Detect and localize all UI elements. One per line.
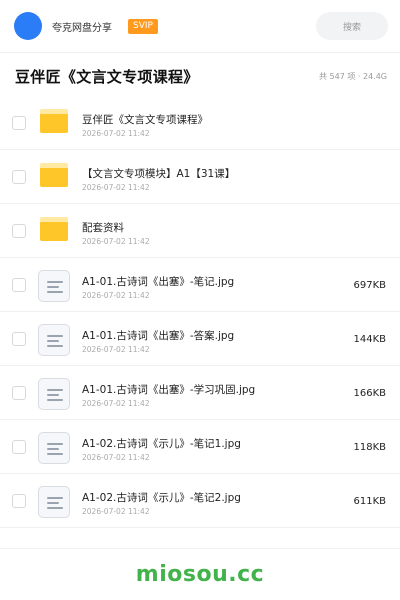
item-name: 豆伴匠《文言文专项课程》 [82, 114, 208, 126]
watermark: miosou.cc [135, 562, 265, 587]
list-item[interactable]: 【文言文专项模块】A1【31课】 2026-07-02 11:42 [0, 150, 400, 204]
list-item[interactable]: A1-01.古诗词《出塞》-笔记.jpg 2026-07-02 11:42 69… [0, 258, 400, 312]
folder-header: 豆伴匠《文言文专项课程》 共 547 项 · 24.4G [0, 60, 400, 92]
page-title: 豆伴匠《文言文专项课程》 [15, 67, 199, 86]
item-name: A1-01.古诗词《出塞》-学习巩固.jpg [82, 384, 256, 396]
folder-icon [40, 163, 68, 187]
item-name: A1-01.古诗词《出塞》-笔记.jpg [82, 276, 235, 288]
item-name: A1-01.古诗词《出塞》-答案.jpg [82, 330, 235, 342]
list-item[interactable]: A1-02.古诗词《示儿》-笔记1.jpg 2026-07-02 11:42 1… [0, 420, 400, 474]
item-size: 144KB [353, 334, 386, 345]
folder-icon [40, 109, 68, 133]
item-date: 2026-07-02 11:42 [82, 399, 150, 408]
checkbox[interactable] [12, 116, 26, 130]
item-name: A1-02.古诗词《示儿》-笔记2.jpg [82, 492, 241, 504]
item-date: 2026-07-02 11:42 [82, 129, 150, 138]
document-icon [38, 486, 70, 518]
top-bar: 夸克网盘分享 SVIP 搜索 [0, 0, 400, 52]
item-size: 166KB [353, 388, 386, 399]
item-name: 【文言文专项模块】A1【31课】 [82, 168, 236, 180]
folder-summary: 共 547 项 · 24.4G [319, 71, 387, 81]
checkbox[interactable] [12, 332, 26, 346]
item-date: 2026-07-02 11:42 [82, 453, 150, 462]
checkbox[interactable] [12, 278, 26, 292]
item-name: 配套资料 [82, 222, 124, 234]
document-icon [38, 324, 70, 356]
list-item[interactable]: A1-01.古诗词《出塞》-答案.jpg 2026-07-02 11:42 14… [0, 312, 400, 366]
item-date: 2026-07-02 11:42 [82, 291, 150, 300]
list-item[interactable]: 配套资料 2026-07-02 11:42 [0, 204, 400, 258]
header-divider [0, 52, 400, 53]
document-icon [38, 432, 70, 464]
item-date: 2026-07-02 11:42 [82, 345, 150, 354]
item-name: A1-02.古诗词《示儿》-笔记1.jpg [82, 438, 241, 450]
list-item[interactable]: A1-01.古诗词《出塞》-学习巩固.jpg 2026-07-02 11:42 … [0, 366, 400, 420]
item-date: 2026-07-02 11:42 [82, 237, 150, 246]
app-name: 夸克网盘分享 [52, 22, 112, 34]
document-icon [38, 378, 70, 410]
folder-icon [40, 217, 68, 241]
item-size: 611KB [353, 496, 386, 507]
item-date: 2026-07-02 11:42 [82, 507, 150, 516]
file-list: 豆伴匠《文言文专项课程》 2026-07-02 11:42 【文言文专项模块】A… [0, 96, 400, 528]
svip-badge: SVIP [128, 18, 158, 34]
search-placeholder: 搜索 [342, 22, 361, 33]
item-size: 118KB [353, 442, 386, 453]
checkbox[interactable] [12, 440, 26, 454]
search-input[interactable]: 搜索 [316, 12, 388, 40]
item-date: 2026-07-02 11:42 [82, 183, 150, 192]
item-size: 697KB [353, 280, 386, 291]
checkbox[interactable] [12, 224, 26, 238]
footer: miosou.cc [0, 548, 400, 600]
avatar[interactable] [14, 12, 42, 40]
document-icon [38, 270, 70, 302]
list-item[interactable]: A1-02.古诗词《示儿》-笔记2.jpg 2026-07-02 11:42 6… [0, 474, 400, 528]
checkbox[interactable] [12, 386, 26, 400]
list-item[interactable]: 豆伴匠《文言文专项课程》 2026-07-02 11:42 [0, 96, 400, 150]
checkbox[interactable] [12, 170, 26, 184]
checkbox[interactable] [12, 494, 26, 508]
